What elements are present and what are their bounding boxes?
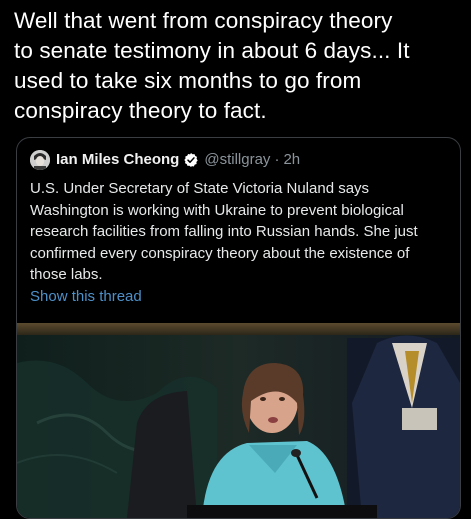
quoted-tweet-body: U.S. Under Secretary of State Victoria N… bbox=[30, 180, 418, 283]
tweet-text: Well that went from conspiracy theory to… bbox=[14, 6, 459, 126]
tweet-text-line: Well that went from conspiracy theory bbox=[14, 8, 393, 33]
quoted-tweet-card[interactable]: Ian Miles Cheong @stillgray · 2h U.S. Un… bbox=[16, 137, 461, 519]
hearing-photo bbox=[17, 323, 460, 518]
avatar-icon bbox=[30, 150, 50, 170]
tweet-text-line: used to take six months to go from bbox=[14, 68, 362, 93]
tweet-text-line: conspiracy theory to fact. bbox=[14, 98, 267, 123]
avatar[interactable] bbox=[30, 150, 50, 170]
timestamp[interactable]: 2h bbox=[283, 150, 300, 170]
separator-dot: · bbox=[274, 151, 280, 168]
author-name[interactable]: Ian Miles Cheong bbox=[56, 150, 179, 170]
author-handle[interactable]: @stillgray bbox=[204, 150, 270, 170]
quoted-tweet-header: Ian Miles Cheong @stillgray · 2h bbox=[30, 150, 300, 170]
show-thread-link[interactable]: Show this thread bbox=[30, 288, 142, 305]
tweet-media-image[interactable] bbox=[17, 323, 460, 518]
verified-badge-icon bbox=[183, 152, 199, 168]
tweet-text-line: to senate testimony in about 6 days... I… bbox=[14, 38, 410, 63]
